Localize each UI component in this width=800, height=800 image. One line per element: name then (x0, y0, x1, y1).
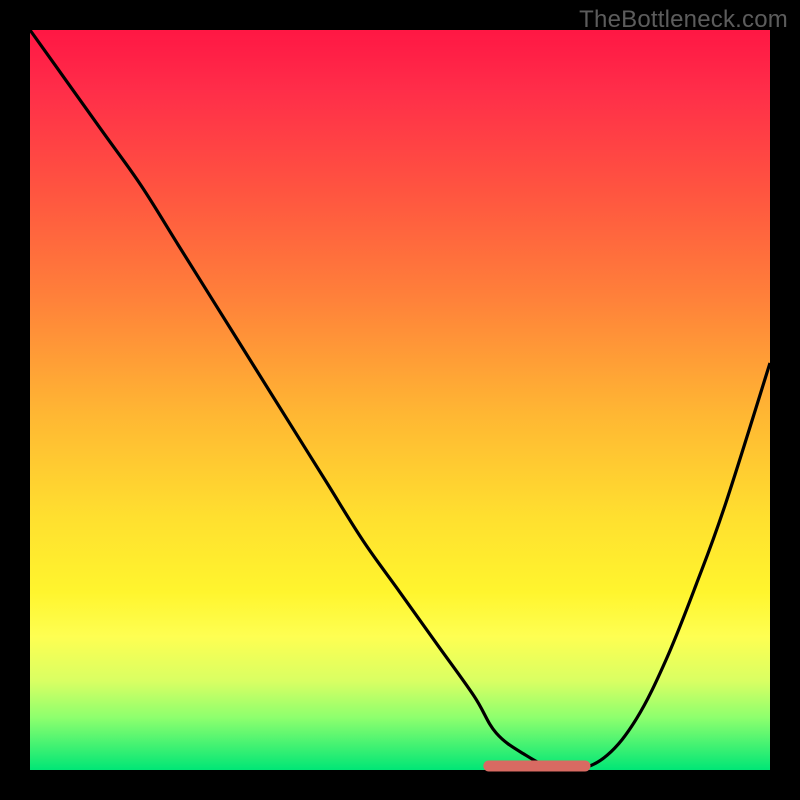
chart-frame: TheBottleneck.com (0, 0, 800, 800)
watermark-label: TheBottleneck.com (579, 6, 788, 34)
bottleneck-curve (30, 30, 770, 772)
plot-area (30, 30, 770, 770)
curve-svg (30, 30, 770, 770)
